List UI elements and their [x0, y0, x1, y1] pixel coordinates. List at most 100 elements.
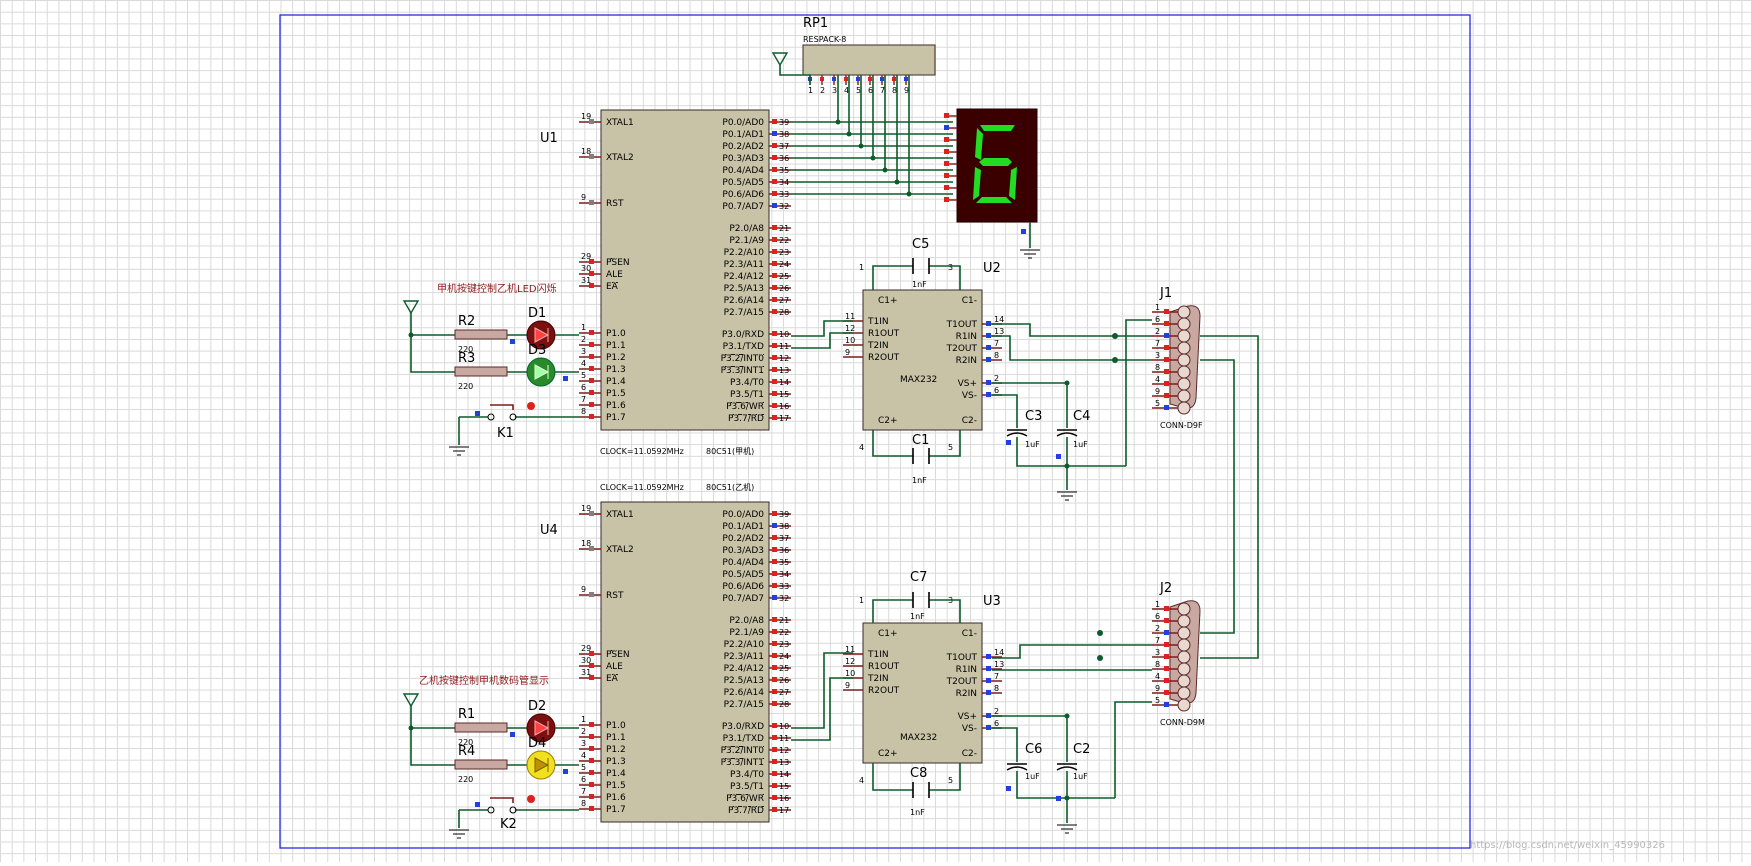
uart-wires-upper [791, 320, 853, 349]
u4-pin-label: P1.3 [606, 757, 626, 767]
u3-pin-label: C2- [962, 749, 977, 759]
u4-pin-num: 35 [779, 558, 789, 567]
u1-pin-num: 3 [581, 347, 586, 356]
u4-pin-num: 15 [779, 782, 789, 791]
u1-pin-label: P2.6/A14 [724, 296, 765, 306]
j1-connector[interactable]: J1 1 6 2 7 3 8 4 9 5 CONN-D9F [1152, 286, 1203, 430]
u1-pin-num: 37 [779, 142, 789, 151]
u1-pin-label: XTAL1 [606, 118, 634, 128]
u4-pin-label: P3.5/T1 [730, 782, 764, 792]
u1-pin-num: 25 [779, 272, 789, 281]
u3-pin-label: VS+ [958, 712, 977, 722]
u1-pin-label: P1.4 [606, 377, 626, 387]
rs232-wires [992, 323, 1259, 671]
u4-pin-label: RST [606, 591, 624, 601]
j2-type: CONN-D9M [1160, 718, 1205, 727]
resistor-r3[interactable] [454, 366, 508, 377]
u1-pin-label: P1.1 [606, 341, 626, 351]
u4-pin-label: P2.2/A10 [724, 640, 765, 650]
u1-pin-label: P0.0/AD0 [722, 118, 764, 128]
j1-pin-num: 5 [1155, 399, 1160, 408]
resistor-r2[interactable] [454, 329, 508, 340]
u3-pin-num: 2 [994, 707, 999, 716]
resistor-r1[interactable] [454, 722, 508, 733]
u1-pin-label: P0.4/AD4 [722, 166, 764, 176]
c5-ref: C5 [912, 237, 929, 252]
u3-max232[interactable]: U3 MAX232 C1+111T1IN12R1OUT10T2IN9R2OUTC… [843, 594, 1004, 785]
u4-pin-num: 14 [779, 770, 789, 779]
u2-pin-num: 10 [845, 336, 855, 345]
u3-pin-num: 6 [994, 719, 999, 728]
u4-pin-label: P1.0 [606, 721, 626, 731]
r4-value: 220 [458, 775, 473, 784]
key-k2[interactable] [490, 797, 514, 803]
u3-pin-label: R2IN [956, 689, 977, 699]
r3-value: 220 [458, 382, 473, 391]
resistor-r4[interactable] [454, 759, 508, 770]
j1-type: CONN-D9F [1160, 421, 1203, 430]
upper-io-section: R2 220 R3 220 D1 D3 K1 [402, 300, 579, 456]
u4-pin-label: P3.7/RD [728, 806, 764, 816]
u4-pin-num: 9 [581, 585, 586, 594]
u1-pin-num: 7 [581, 395, 586, 404]
u2-pin-num: 1 [859, 263, 864, 272]
u2-max232[interactable]: U2 MAX232 C1+111T1IN12R1OUT10T2IN9R2OUTC… [843, 261, 1004, 452]
u3-pin-label: T1IN [867, 650, 889, 660]
u3-pin-label: R2OUT [868, 686, 900, 696]
u2-pin-num: 4 [859, 443, 864, 452]
u2-pin-num: 12 [845, 324, 855, 333]
c3-value: 1uF [1025, 440, 1040, 449]
u4-pin-label: P0.2/AD2 [722, 534, 764, 544]
j2-ref: J2 [1159, 581, 1172, 596]
u2-pin-label: R2IN [956, 356, 977, 366]
u1-pin-num: 5 [581, 371, 586, 380]
u1-pin-label: P3.1/TXD [723, 342, 764, 352]
j2-connector[interactable]: J2 1 6 2 7 3 8 4 9 5 CONN-D9M [1152, 581, 1205, 727]
u4-pin-label: P1.5 [606, 781, 626, 791]
u4-pin-label: P0.1/AD1 [722, 522, 764, 532]
u1-pin-label: P1.2 [606, 353, 626, 363]
k2-ref: K2 [500, 817, 517, 832]
u1-ref: U1 [540, 131, 558, 146]
u4-pin-label: P0.0/AD0 [722, 510, 764, 520]
u2-pin-num: 8 [994, 351, 999, 360]
u4-pin-num: 26 [779, 676, 789, 685]
u1-pin-num: 36 [779, 154, 789, 163]
u3-pin-num: 13 [994, 660, 1004, 669]
u1-pin-label: P3.4/T0 [730, 378, 764, 388]
u4-pin-num: 16 [779, 794, 789, 803]
c5-value: 1nF [912, 280, 927, 289]
u1-pin-num: 15 [779, 390, 789, 399]
u1-pin-label: P1.7 [606, 413, 626, 423]
watermark: https://blog.csdn.net/weixin_45990326 [1470, 840, 1665, 851]
u1-pin-num: 13 [779, 366, 789, 375]
u3-pin-num: 4 [859, 776, 864, 785]
u4-microcontroller[interactable]: CLOCK=11.0592MHz 80C51(乙机) U4 19XTAL118X… [540, 482, 791, 823]
u2-pin-label: VS- [962, 391, 977, 401]
u1-pin-num: 22 [779, 236, 789, 245]
u1-pin-num: 1 [581, 323, 586, 332]
c6-value: 1uF [1025, 772, 1040, 781]
u1-pin-num: 34 [779, 178, 789, 187]
u1-pin-num: 39 [779, 118, 789, 127]
u3-pin-label: VS- [962, 724, 977, 734]
u1-pin-label: P2.2/A10 [724, 248, 765, 258]
j1-pin-num: 1 [1155, 303, 1160, 312]
u1-pin-label: P1.5 [606, 389, 626, 399]
u4-clock: CLOCK=11.0592MHz [600, 483, 684, 492]
u1-microcontroller[interactable]: U1 19XTAL118XTAL29RST29PSEN30ALE31EA1P1.… [540, 109, 791, 456]
rp1-respack[interactable]: RP1 RESPACK-8 123456789 [802, 16, 936, 95]
c3-ref: C3 [1025, 409, 1042, 424]
rp1-ref: RP1 [803, 16, 828, 31]
c8-value: 1nF [910, 808, 925, 817]
u2-pin-label: R2OUT [868, 353, 900, 363]
u1-pin-num: 32 [779, 202, 789, 211]
u4-pin-label: ALE [606, 662, 623, 672]
u1-pin-label: XTAL2 [606, 153, 634, 163]
key-k1[interactable] [490, 404, 514, 410]
u1-pin-label: P0.6/AD6 [722, 190, 764, 200]
u4-pin-num: 28 [779, 700, 789, 709]
c4-value: 1uF [1073, 440, 1088, 449]
u1-pin-num: 6 [581, 383, 586, 392]
u3-type: MAX232 [900, 733, 937, 743]
